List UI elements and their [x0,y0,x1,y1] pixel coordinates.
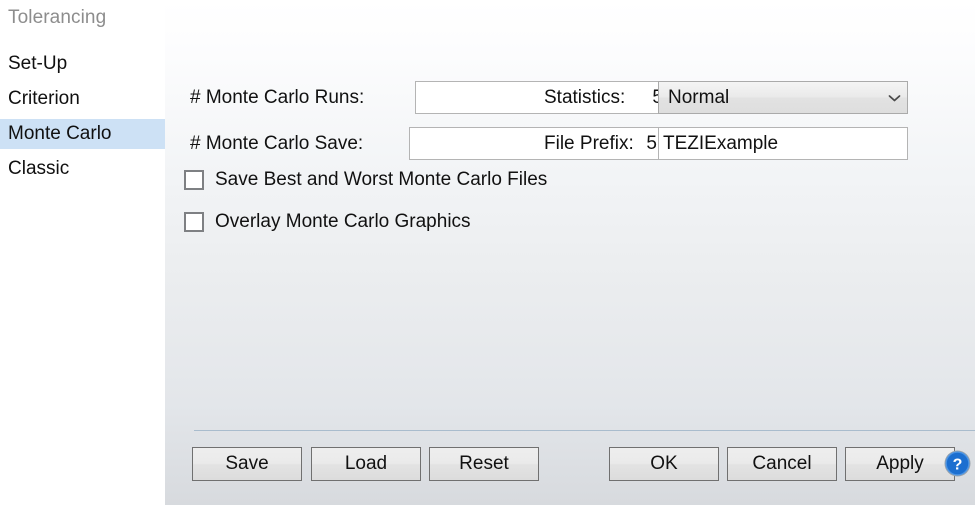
file-prefix-input[interactable] [658,127,908,160]
settings-panel: # Monte Carlo Runs: Statistics: Normal [165,0,975,505]
monte-carlo-runs-label: # Monte Carlo Runs: [190,87,365,108]
sidebar-item-label: Criterion [8,88,80,109]
sidebar: Tolerancing Set-Up Criterion Monte Carlo… [0,0,166,505]
sidebar-item-classic[interactable]: Classic [0,154,166,184]
monte-carlo-save-stepper[interactable] [409,127,690,160]
apply-button[interactable]: Apply [845,447,955,481]
chevron-down-icon[interactable] [881,94,907,102]
statistics-selected-value: Normal [668,86,730,108]
save-best-worst-checkbox-row[interactable]: Save Best and Worst Monte Carlo Files [184,169,547,191]
help-question-icon[interactable]: ? [944,450,971,477]
overlay-graphics-checkbox-row[interactable]: Overlay Monte Carlo Graphics [184,211,471,233]
sidebar-item-label: Set-Up [8,53,68,74]
sidebar-title: Tolerancing [8,7,107,28]
save-button[interactable]: Save [192,447,302,481]
ok-button[interactable]: OK [609,447,719,481]
monte-carlo-runs-stepper[interactable] [415,81,696,114]
sidebar-item-criterion[interactable]: Criterion [0,84,166,114]
sidebar-item-set-up[interactable]: Set-Up [0,49,166,79]
overlay-graphics-checkbox-label: Overlay Monte Carlo Graphics [215,211,471,232]
monte-carlo-runs-input[interactable] [415,81,669,114]
svg-text:?: ? [953,457,963,474]
checkbox-unchecked-icon[interactable] [184,212,204,232]
footer-separator [194,430,975,431]
reset-button[interactable]: Reset [429,447,539,481]
sidebar-item-monte-carlo[interactable]: Monte Carlo [0,119,166,149]
sidebar-item-label: Classic [8,158,70,179]
statistics-dropdown[interactable]: Normal [658,81,908,114]
statistics-label: Statistics: [544,87,626,108]
load-button[interactable]: Load [311,447,421,481]
monte-carlo-save-label: # Monte Carlo Save: [190,133,364,154]
file-prefix-label: File Prefix: [544,133,634,154]
tolerancing-dialog: Tolerancing Set-Up Criterion Monte Carlo… [0,0,975,505]
cancel-button[interactable]: Cancel [727,447,837,481]
save-best-worst-checkbox-label: Save Best and Worst Monte Carlo Files [215,169,548,190]
sidebar-item-label: Monte Carlo [8,123,112,144]
checkbox-unchecked-icon[interactable] [184,170,204,190]
